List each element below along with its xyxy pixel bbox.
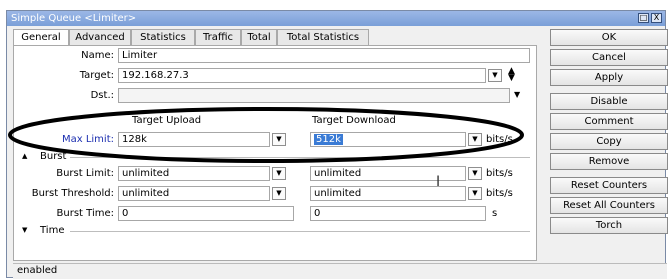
burst-threshold-unit: bits/s [486, 188, 513, 199]
tab-total-statistics[interactable]: Total Statistics [277, 29, 369, 45]
status-text: enabled [17, 265, 58, 276]
time-divider [70, 231, 530, 232]
title-bar: Simple Queue <Limiter> □ X [7, 11, 665, 26]
copy-button[interactable]: Copy [550, 133, 668, 150]
burst-time-label: Burst Time: [56, 208, 114, 219]
ok-button[interactable]: OK [550, 29, 668, 46]
tab-traffic[interactable]: Traffic [195, 29, 241, 45]
name-field[interactable]: Limiter [118, 48, 530, 63]
target-dropdown-icon[interactable]: ▼ [488, 69, 502, 82]
maximize-button[interactable]: □ [638, 13, 649, 23]
burst-threshold-upload-field[interactable]: unlimited [118, 186, 270, 201]
max-limit-download-dropdown-icon[interactable]: ▼ [468, 133, 482, 146]
time-expand-icon[interactable]: ▼ [22, 226, 27, 234]
tab-statistics[interactable]: Statistics [131, 29, 195, 45]
reset-counters-button[interactable]: Reset Counters [550, 177, 668, 194]
burst-threshold-download-dropdown-icon[interactable]: ▼ [468, 187, 482, 200]
burst-section-title: Burst [40, 151, 67, 162]
max-limit-unit: bits/s [486, 134, 513, 145]
cancel-button[interactable]: Cancel [550, 49, 668, 66]
burst-limit-download-dropdown-icon[interactable]: ▼ [468, 167, 482, 180]
disable-button[interactable]: Disable [550, 93, 668, 110]
burst-divider [70, 157, 530, 158]
max-limit-label: Max Limit: [61, 134, 114, 145]
burst-limit-unit: bits/s [486, 168, 513, 179]
max-limit-upload-dropdown-icon[interactable]: ▼ [272, 133, 286, 146]
time-section-title: Time [40, 225, 65, 236]
tab-advanced[interactable]: Advanced [69, 29, 131, 45]
remove-button[interactable]: Remove [550, 153, 668, 170]
burst-time-unit: s [492, 208, 498, 219]
burst-limit-label: Burst Limit: [56, 168, 114, 179]
dst-field[interactable] [118, 88, 510, 103]
dst-dropdown-icon[interactable]: ▼ [514, 90, 520, 99]
window-title: Simple Queue <Limiter> [11, 13, 137, 24]
torch-button[interactable]: Torch [550, 217, 668, 234]
close-button[interactable]: X [651, 13, 662, 23]
comment-button[interactable]: Comment [550, 113, 668, 130]
tab-general[interactable]: General [13, 29, 69, 46]
burst-limit-upload-field[interactable]: unlimited [118, 166, 270, 181]
target-updown-icon[interactable]: ▲ ▼ [508, 67, 515, 83]
name-label: Name: [81, 50, 114, 61]
burst-limit-download-field[interactable]: unlimited [310, 166, 466, 181]
burst-threshold-download-field[interactable]: unlimited [310, 186, 466, 201]
target-label: Target: [79, 70, 114, 81]
dst-label: Dst.: [90, 90, 114, 101]
burst-threshold-label: Burst Threshold: [31, 188, 114, 199]
general-panel: Name: Limiter Target: 192.168.27.3 ▼ ▲ ▼ … [13, 45, 537, 261]
burst-collapse-icon[interactable]: ▲ [22, 152, 27, 160]
tab-total[interactable]: Total [241, 29, 277, 45]
burst-time-download-field[interactable]: 0 [310, 206, 486, 221]
max-limit-download-field[interactable]: 512k [310, 132, 466, 147]
col-target-upload: Target Upload [132, 115, 202, 126]
apply-button[interactable]: Apply [550, 69, 668, 86]
text-cursor-icon: I [436, 174, 441, 190]
reset-all-counters-button[interactable]: Reset All Counters [550, 197, 668, 214]
burst-limit-upload-dropdown-icon[interactable]: ▼ [272, 167, 286, 180]
burst-threshold-upload-dropdown-icon[interactable]: ▼ [272, 187, 286, 200]
target-field[interactable]: 192.168.27.3 [118, 68, 486, 83]
max-limit-upload-field[interactable]: 128k [118, 132, 270, 147]
simple-queue-window: Simple Queue <Limiter> □ X General Advan… [6, 10, 668, 279]
col-target-download: Target Download [312, 115, 396, 126]
burst-time-upload-field[interactable]: 0 [118, 206, 294, 221]
status-bar: enabled [13, 263, 667, 279]
